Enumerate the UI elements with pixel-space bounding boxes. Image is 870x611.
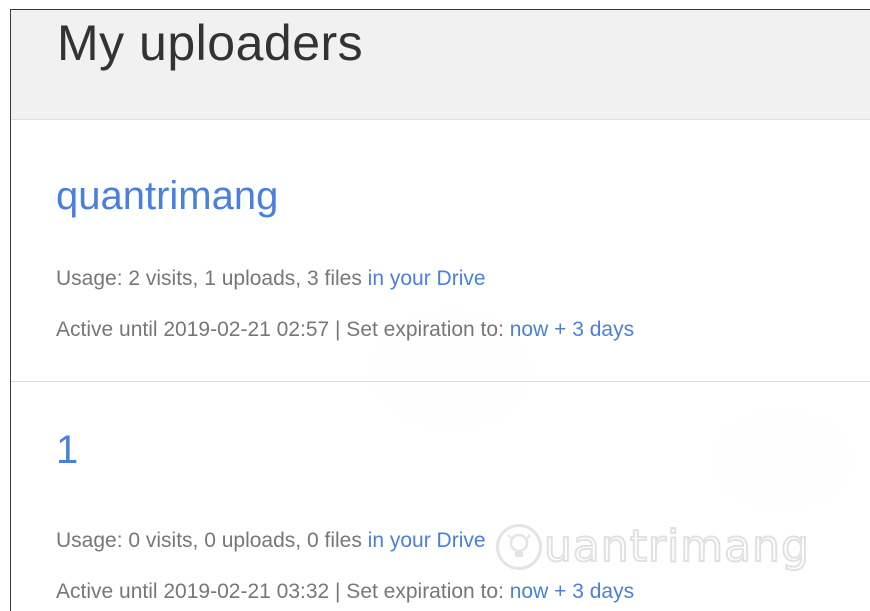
uploader-card: quantrimang Usage: 2 visits, 1 uploads, … — [11, 120, 870, 382]
active-text: Active until 2019-02-21 03:32 | Set expi… — [56, 580, 510, 603]
drive-link[interactable]: in your Drive — [368, 267, 486, 290]
app-frame: My uploaders quantrimang Usage: 2 visits… — [10, 9, 870, 611]
uploader-card: 1 Usage: 0 visits, 0 uploads, 0 files in… — [11, 382, 870, 611]
expiration-link[interactable]: now + 3 days — [510, 580, 634, 603]
drive-link[interactable]: in your Drive — [368, 529, 486, 552]
page-title: My uploaders — [57, 15, 364, 71]
active-line: Active until 2019-02-21 03:32 | Set expi… — [56, 579, 634, 605]
usage-line: Usage: 2 visits, 1 uploads, 3 files in y… — [56, 266, 486, 292]
uploader-name-link[interactable]: quantrimang — [56, 172, 278, 220]
active-text: Active until 2019-02-21 02:57 | Set expi… — [56, 318, 510, 341]
page-header: My uploaders — [11, 10, 870, 120]
usage-text: Usage: 2 visits, 1 uploads, 3 files — [56, 267, 368, 290]
uploader-name-link[interactable]: 1 — [56, 426, 78, 474]
usage-line: Usage: 0 visits, 0 uploads, 0 files in y… — [56, 528, 486, 554]
expiration-link[interactable]: now + 3 days — [510, 318, 634, 341]
usage-text: Usage: 0 visits, 0 uploads, 0 files — [56, 529, 368, 552]
active-line: Active until 2019-02-21 02:57 | Set expi… — [56, 317, 634, 343]
